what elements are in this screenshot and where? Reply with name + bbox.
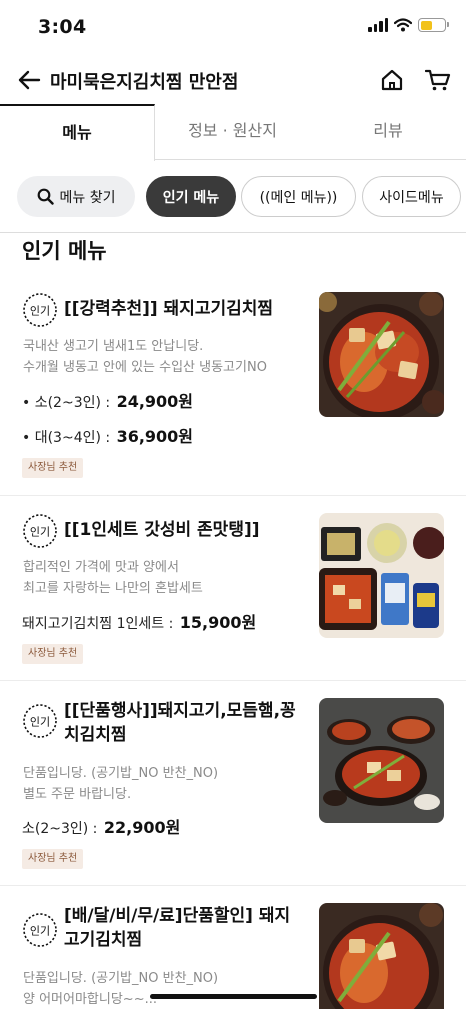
menu-item-price: • 소(2~3인) : 24,900원 [22, 392, 194, 411]
menu-search-label: 메뉴 찾기 [59, 189, 116, 206]
popular-badge-icon: 인기 [22, 292, 58, 328]
menu-item-price: 돼지고기김치찜 1인세트 : 15,900원 [22, 613, 257, 632]
menu-item[interactable]: 인기 [[강력추천]] 돼지고기김치찜 국내산 생고기 냄새1도 안납니당. 수… [0, 275, 466, 496]
menu-item-photo [319, 698, 444, 823]
status-bar: 3:04 [0, 0, 466, 56]
svg-text:인기: 인기 [30, 305, 50, 318]
svg-text:인기: 인기 [30, 925, 50, 938]
home-indicator[interactable] [150, 994, 317, 999]
tab-reviews[interactable]: 리뷰 [310, 104, 466, 160]
back-arrow-icon[interactable] [16, 67, 42, 93]
owner-recommend-badge: 사장님 추천 [22, 849, 84, 869]
cart-icon[interactable] [425, 68, 451, 92]
menu-item-name: [[단품행사]]돼지고기,모듬햄,꽁치김치찜 [64, 701, 296, 745]
svg-text:인기: 인기 [30, 526, 50, 539]
store-title: 마미묵은지김치찜 만안점 [50, 72, 239, 93]
popular-badge-icon: 인기 [22, 703, 58, 739]
popular-badge-icon: 인기 [22, 912, 58, 948]
menu-item-price: 소(2~3인) : 22,900원 [22, 818, 181, 837]
menu-item-description: 단품입니당. (공기밥_NO 반찬_NO) 양 어머어마합니당~~... [23, 971, 219, 1007]
cellular-signal-icon [368, 18, 388, 32]
menu-item-name: [[강력추천]] 돼지고기김치찜 [64, 299, 274, 319]
status-time: 3:04 [38, 16, 87, 38]
battery-icon [418, 18, 449, 32]
owner-recommend-badge: 사장님 추천 [22, 458, 84, 478]
menu-item[interactable]: 인기 [[단품행사]]돼지고기,모듬햄,꽁치김치찜 단품입니당. (공기밥_NO… [0, 681, 466, 886]
tab-menu[interactable]: 메뉴 [0, 104, 155, 161]
menu-item-photo [319, 513, 444, 638]
menu-item-name: [배/달/비/무/료]단품할인] 돼지고기김치찜 [64, 906, 291, 950]
store-tabs: 메뉴 정보 · 원산지 리뷰 [0, 104, 466, 161]
popular-badge-icon: 인기 [22, 513, 58, 549]
menu-item-description: 국내산 생고기 냄새1도 안납니당. 수개월 냉동고 안에 있는 수입산 냉동고… [23, 339, 267, 375]
menu-item[interactable]: 인기 [배/달/비/무/료]단품할인] 돼지고기김치찜 단품입니당. (공기밥_… [0, 886, 466, 1009]
tab-info-origin[interactable]: 정보 · 원산지 [155, 104, 310, 160]
wifi-icon [394, 18, 412, 32]
chip-popular-menu[interactable]: 인기 메뉴 [146, 176, 236, 217]
home-icon[interactable] [380, 68, 404, 92]
menu-item-name: [[1인세트 갓성비 존맛탱]] [64, 520, 260, 540]
menu-item-price: • 대(3~4인) : 36,900원 [22, 427, 194, 446]
menu-item-photo [319, 903, 444, 1009]
search-icon [37, 188, 54, 205]
status-icons [368, 18, 449, 32]
chip-side-menu[interactable]: 사이드메뉴 [362, 176, 461, 217]
menu-item-photo [319, 292, 444, 417]
menu-search-button[interactable]: 메뉴 찾기 [17, 176, 135, 217]
section-title: 인기 메뉴 [22, 239, 107, 263]
app-header: 마미묵은지김치찜 만안점 [0, 56, 466, 104]
category-chips: 메뉴 찾기 인기 메뉴 ((메인 메뉴)) 사이드메뉴 [0, 176, 466, 218]
menu-item-description: 합리적인 가격에 맛과 양에서 최고를 자랑하는 나만의 혼밥세트 [23, 560, 203, 596]
menu-item-description: 단품입니당. (공기밥_NO 반찬_NO) 별도 주문 바랍니당. [23, 766, 219, 802]
svg-text:인기: 인기 [30, 716, 50, 729]
owner-recommend-badge: 사장님 추천 [22, 644, 84, 664]
menu-item[interactable]: 인기 [[1인세트 갓성비 존맛탱]] 합리적인 가격에 맛과 양에서 최고를 … [0, 496, 466, 681]
chip-main-menu[interactable]: ((메인 메뉴)) [241, 176, 356, 217]
chips-divider [0, 232, 466, 233]
